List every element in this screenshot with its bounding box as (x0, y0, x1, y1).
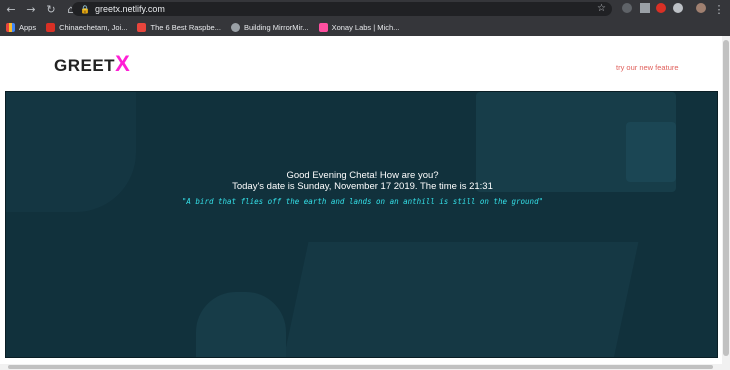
date-time-line: Today's date is Sunday, November 17 2019… (232, 181, 493, 192)
page-content: GREETX try our new feature Good Evening … (0, 36, 722, 364)
address-bar[interactable]: 🔒 greetx.netlify.com ☆ (72, 2, 612, 16)
gmail-icon (46, 22, 56, 32)
address-url[interactable]: greetx.netlify.com (95, 4, 165, 14)
background-keyboard-shape (283, 242, 639, 357)
try-feature-link[interactable]: try our new feature (616, 63, 679, 72)
bookmark-label: Xonay Labs | Mich... (331, 22, 400, 32)
vpn-extension-icon[interactable] (640, 3, 650, 13)
scrollbar-thumb[interactable] (723, 40, 729, 356)
lock-icon: 🔒 (80, 4, 90, 14)
extension-icon-2[interactable] (673, 3, 683, 13)
background-shape (6, 92, 136, 212)
bookmark-label: Chinaechetam, Joi... (59, 22, 128, 32)
browser-toolbar: ← → ↻ ⌂ 🔒 greetx.netlify.com ☆ ⋮ (0, 0, 730, 18)
logo-accent: X (115, 51, 131, 76)
bookmark-label: Building MirrorMir... (243, 22, 309, 32)
extension-icon[interactable] (622, 3, 632, 13)
bookmark-apps[interactable]: Apps (6, 22, 37, 32)
bookmark-label: The 6 Best Raspbe... (150, 22, 221, 32)
greeting-text: Good Evening Cheta! How are you? Today's… (6, 170, 717, 192)
site-logo[interactable]: GREETX (54, 51, 130, 77)
hero-section: Good Evening Cheta! How are you? Today's… (5, 91, 718, 358)
greeting-line: Good Evening Cheta! How are you? (286, 170, 439, 181)
bookmark-gmail[interactable]: Chinaechetam, Joi... (46, 22, 128, 32)
back-icon[interactable]: ← (4, 2, 18, 16)
bookmark-raspberry[interactable]: The 6 Best Raspbe... (137, 22, 221, 32)
browser-chrome: ← → ↻ ⌂ 🔒 greetx.netlify.com ☆ ⋮ Apps Ch… (0, 0, 730, 36)
bookmark-mirror[interactable]: Building MirrorMir... (230, 22, 309, 32)
background-shape (196, 292, 286, 357)
xonay-favicon-icon (318, 22, 328, 32)
horizontal-scrollbar[interactable] (0, 364, 730, 370)
menu-icon[interactable]: ⋮ (712, 2, 726, 16)
forward-icon[interactable]: → (24, 2, 38, 16)
bookmarks-bar: Apps Chinaechetam, Joi... The 6 Best Ras… (0, 18, 730, 36)
site-favicon-icon (137, 22, 147, 32)
bookmark-xonay[interactable]: Xonay Labs | Mich... (318, 22, 400, 32)
apps-grid-icon (6, 22, 15, 32)
bookmark-star-icon[interactable]: ☆ (597, 3, 606, 14)
reload-icon[interactable]: ↻ (44, 2, 58, 16)
avatar[interactable] (696, 3, 706, 13)
globe-icon (230, 22, 240, 32)
quote-text: "A bird that flies off the earth and lan… (181, 197, 544, 206)
pocket-extension-icon[interactable] (656, 3, 666, 13)
bookmark-label: Apps (19, 22, 37, 32)
scrollbar-thumb[interactable] (8, 365, 713, 369)
vertical-scrollbar[interactable] (722, 36, 730, 364)
logo-text: GREET (54, 56, 116, 75)
